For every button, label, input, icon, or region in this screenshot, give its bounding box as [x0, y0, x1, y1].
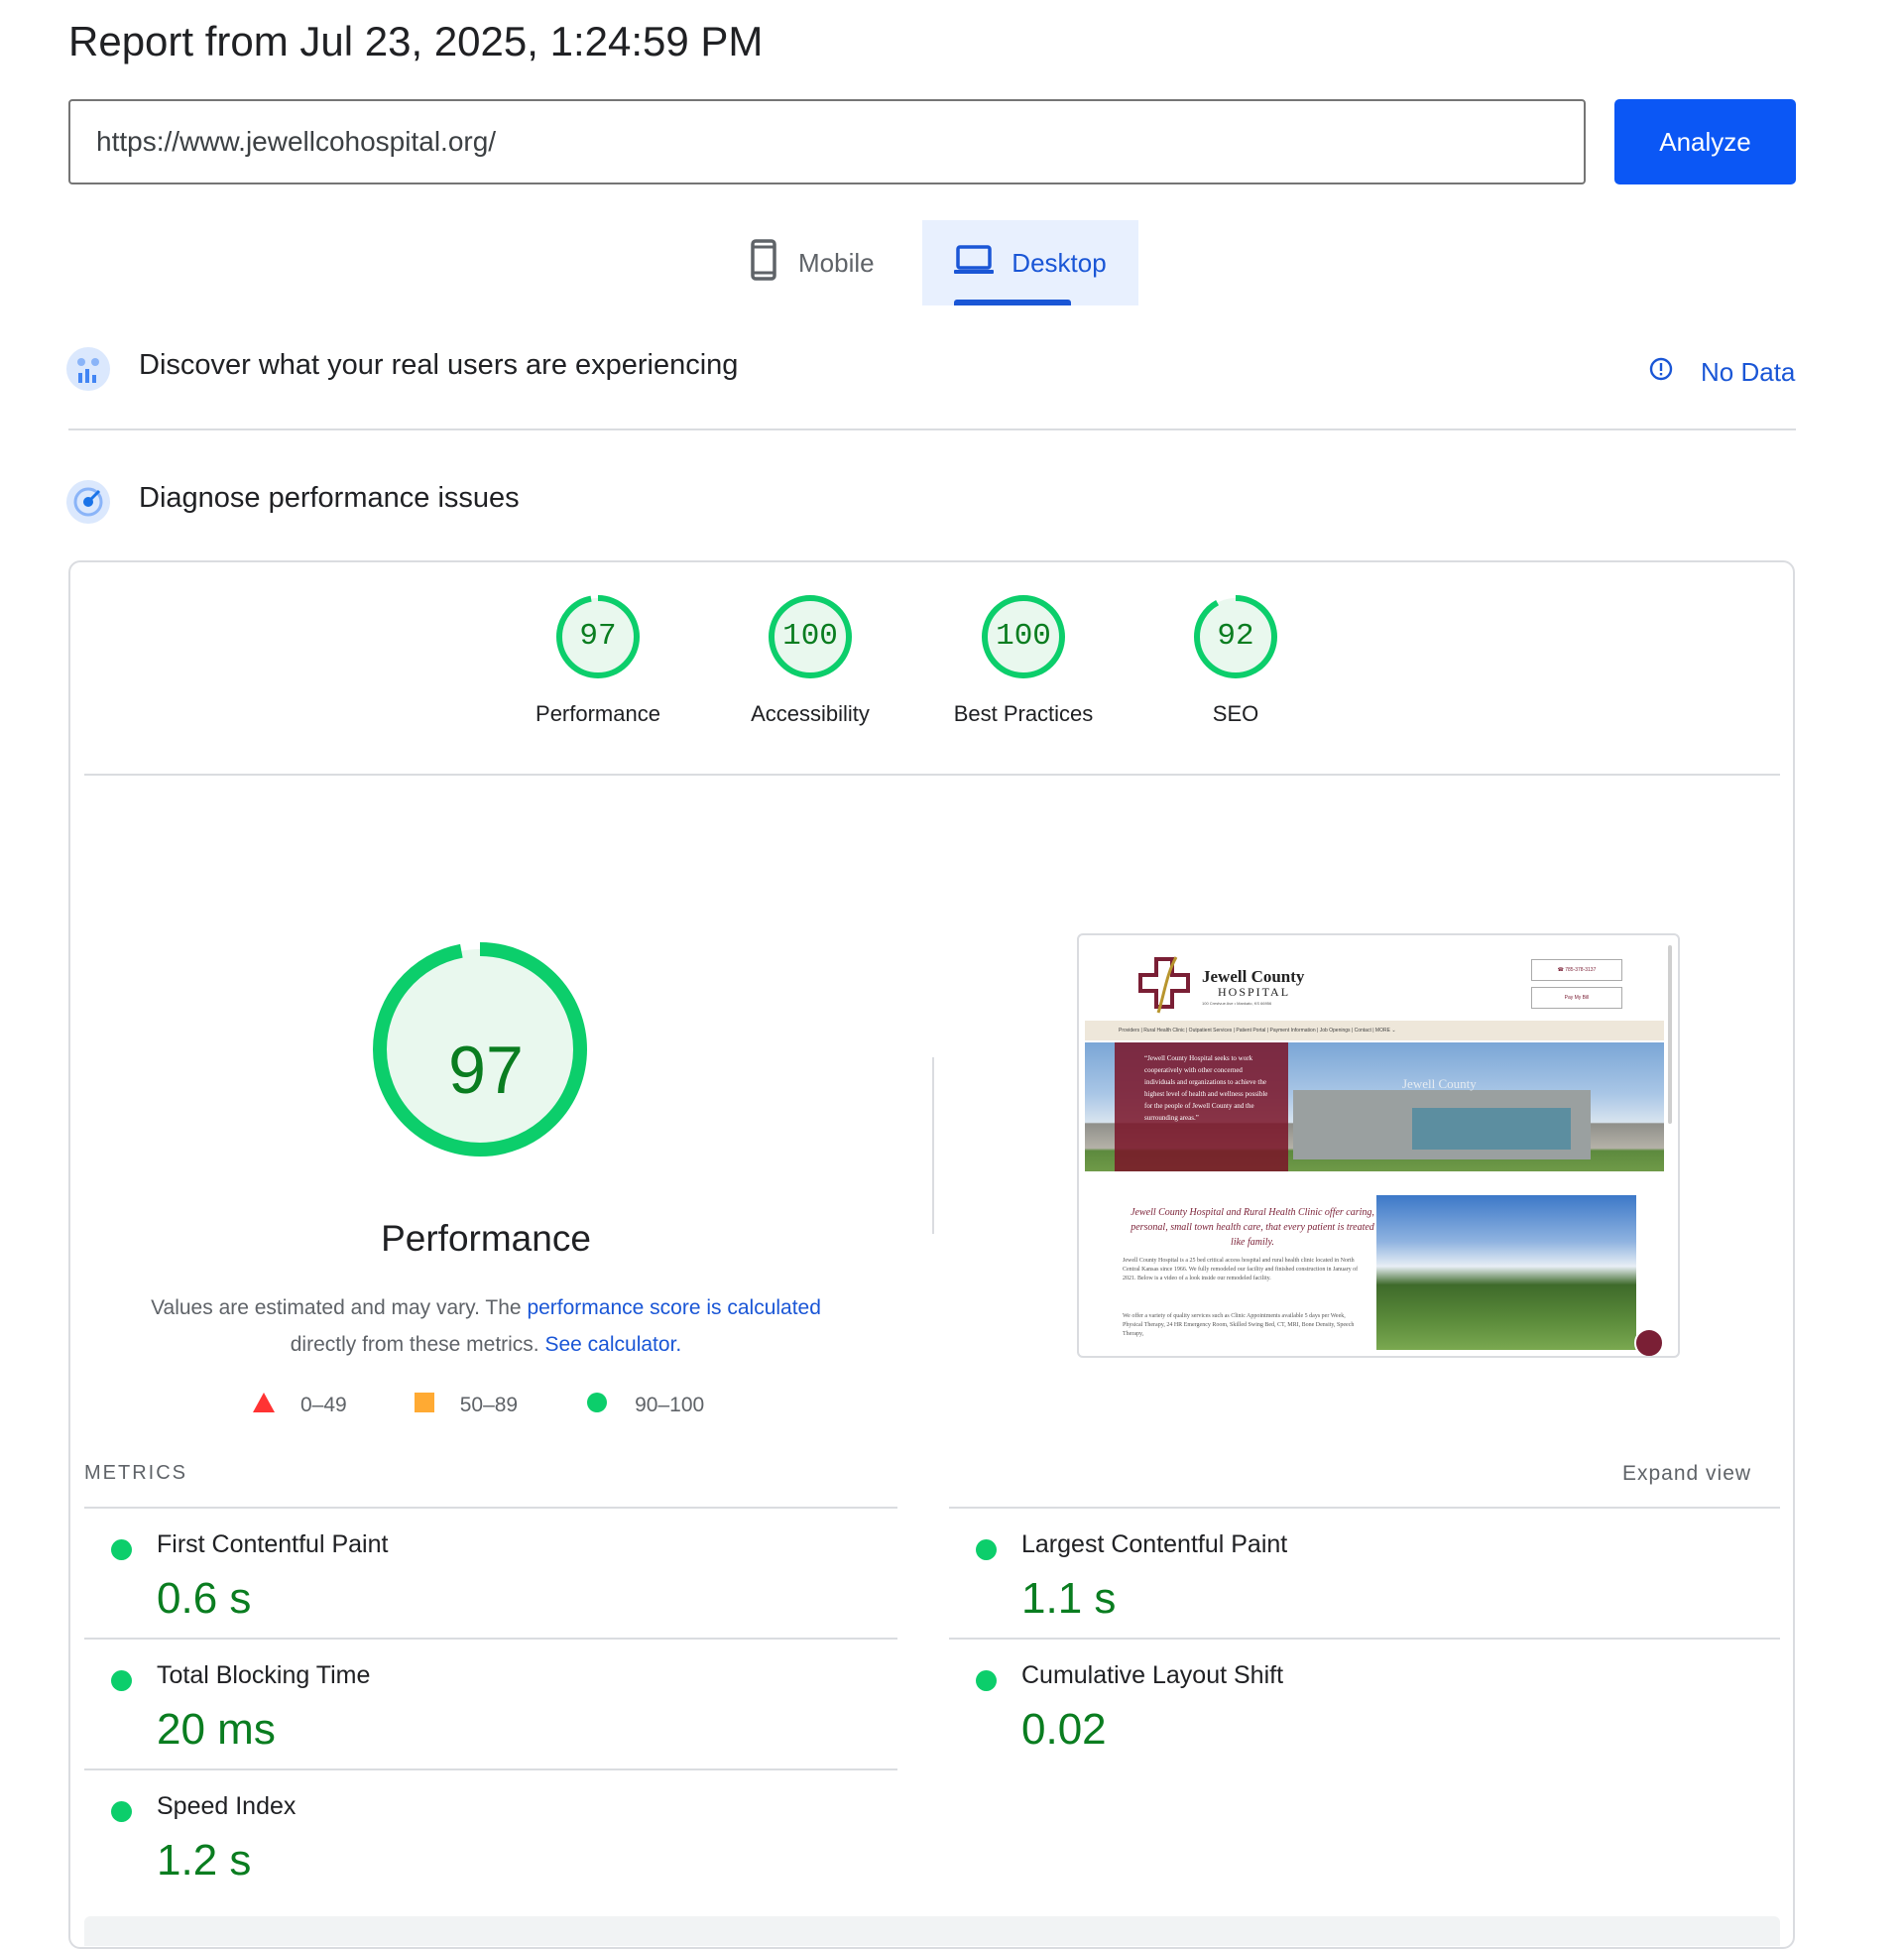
metric-name: Largest Contentful Paint [1021, 1530, 1288, 1558]
gauge-label: Performance [536, 701, 660, 726]
metric-divider [84, 1768, 897, 1770]
pass-circle-icon [111, 1801, 132, 1822]
metric-name: Cumulative Layout Shift [1021, 1661, 1284, 1689]
gauge-accessibility[interactable]: 100 Accessibility [736, 592, 885, 741]
tab-desktop[interactable]: Desktop [922, 220, 1138, 305]
metric-divider [84, 1638, 897, 1640]
circle-icon [587, 1393, 608, 1418]
url-input[interactable] [68, 99, 1586, 184]
gauge-label: Accessibility [751, 701, 870, 726]
preview-windows [1412, 1108, 1571, 1150]
metric-cumulative-layout-shift: Cumulative Layout Shift 0.02 [949, 1653, 1762, 1782]
preview-body-1: Jewell County Hospital is a 25 bed criti… [1123, 1258, 1359, 1281]
page-screenshot: Jewell County HOSPITAL 100 Crestvue Ave … [1077, 933, 1680, 1358]
preview-quote: “Jewell County Hospital seeks to work co… [1144, 1054, 1268, 1122]
gauge-score: 100 [782, 619, 838, 654]
accessibility-icon [1634, 1328, 1664, 1356]
gauge-score: 97 [579, 619, 617, 654]
preview-scrollbar [1668, 945, 1672, 1124]
legend-average: 50–89 [414, 1393, 519, 1418]
preview-tagline: Jewell County Hospital and Rural Health … [1130, 1207, 1374, 1248]
metric-speed-index: Speed Index 1.2 s [84, 1784, 897, 1913]
metric-value: 1.1 s [1021, 1574, 1117, 1623]
metric-largest-contentful-paint: Largest Contentful Paint 1.1 s [949, 1523, 1762, 1651]
performance-score-large: 97 [448, 1033, 524, 1108]
explain-text-1: Values are estimated and may vary. The [151, 1296, 528, 1319]
metrics-heading: METRICS [84, 1462, 187, 1484]
gauges-divider [84, 774, 1780, 776]
phone-icon [751, 238, 776, 288]
gauge-best-practices[interactable]: 100 Best Practices [949, 592, 1098, 741]
pass-circle-icon [976, 1670, 997, 1691]
analyze-button[interactable]: Analyze [1614, 99, 1796, 184]
gauge-seo[interactable]: 92 SEO [1161, 592, 1310, 741]
lab-data-title: Diagnose performance issues [139, 482, 520, 514]
preview-logo-name: Jewell County [1202, 967, 1305, 986]
legend-fail: 0–49 [253, 1393, 347, 1418]
no-data-label: No Data [1701, 357, 1796, 387]
collapsed-section-bar [84, 1916, 1780, 1946]
gauge-label: Best Practices [953, 701, 1094, 726]
section-divider [68, 428, 1796, 430]
metric-value: 0.02 [1021, 1705, 1107, 1754]
metric-divider [949, 1638, 1780, 1640]
tab-mobile[interactable]: Mobile [751, 220, 921, 305]
metric-divider [949, 1507, 1780, 1509]
users-chart-icon [66, 347, 110, 391]
preview-hero-image: Jewell County “Jewell County Hospital se… [1085, 1042, 1664, 1171]
legend-range: 90–100 [635, 1394, 705, 1416]
gauge-score: 92 [1217, 619, 1254, 654]
info-icon [1649, 357, 1673, 388]
pass-circle-icon [111, 1539, 132, 1560]
preview-logo-sub: HOSPITAL [1218, 985, 1291, 999]
report-title: Report from Jul 23, 2025, 1:24:59 PM [68, 18, 764, 64]
pass-circle-icon [111, 1670, 132, 1691]
legend-range: 50–89 [459, 1394, 519, 1416]
preview-pay-button: Pay My Bill [1531, 987, 1622, 1009]
tab-desktop-label: Desktop [1012, 247, 1107, 278]
performance-score-link[interactable]: performance score is calculated [527, 1296, 820, 1319]
preview-building-sign: Jewell County [1402, 1076, 1477, 1091]
preview-nav: Providers | Rural Health Clinic | Outpat… [1085, 1021, 1664, 1040]
preview-phone: ☎ 785-378-3137 [1531, 959, 1622, 981]
gauge-score: 100 [996, 619, 1051, 654]
legend-pass: 90–100 [587, 1393, 704, 1418]
field-data-title: Discover what your real users are experi… [139, 349, 739, 381]
metric-value: 0.6 s [157, 1574, 252, 1623]
metric-total-blocking-time: Total Blocking Time 20 ms [84, 1653, 897, 1782]
see-calculator-link[interactable]: See calculator. [544, 1333, 681, 1356]
preview-quote-box: “Jewell County Hospital seeks to work co… [1115, 1042, 1288, 1171]
active-tab-indicator [954, 300, 1071, 305]
score-legend: 0–49 50–89 90–100 [253, 1393, 704, 1418]
metric-name: Total Blocking Time [157, 1661, 371, 1689]
metric-divider [84, 1507, 897, 1509]
metric-first-contentful-paint: First Contentful Paint 0.6 s [84, 1523, 897, 1651]
preview-garden-image [1376, 1195, 1636, 1350]
vertical-divider [932, 1057, 934, 1234]
metric-name: Speed Index [157, 1792, 297, 1820]
preview-body-2: We offer a variety of quality services s… [1123, 1313, 1355, 1337]
triangle-icon [253, 1393, 275, 1418]
metric-value: 1.2 s [157, 1836, 252, 1885]
no-data-link[interactable]: No Data [1649, 357, 1795, 388]
metric-name: First Contentful Paint [157, 1530, 389, 1558]
gauge-label: SEO [1212, 701, 1259, 726]
radar-icon [66, 480, 110, 524]
performance-title: Performance [381, 1218, 591, 1259]
square-icon [414, 1393, 434, 1418]
expand-view-toggle[interactable]: Expand view [1622, 1462, 1751, 1486]
performance-explanation: Values are estimated and may vary. The p… [149, 1289, 823, 1363]
gauge-performance[interactable]: 97 Performance [524, 592, 672, 741]
tab-mobile-label: Mobile [798, 247, 875, 278]
pass-circle-icon [976, 1539, 997, 1560]
hospital-cross-icon [1136, 955, 1196, 1020]
explain-text-2: directly from these metrics. [290, 1333, 545, 1356]
laptop-icon [954, 244, 995, 282]
legend-range: 0–49 [300, 1394, 347, 1416]
metric-value: 20 ms [157, 1705, 276, 1754]
preview-address: 100 Crestvue Ave • Mankato, KS 66956 [1202, 1001, 1272, 1006]
